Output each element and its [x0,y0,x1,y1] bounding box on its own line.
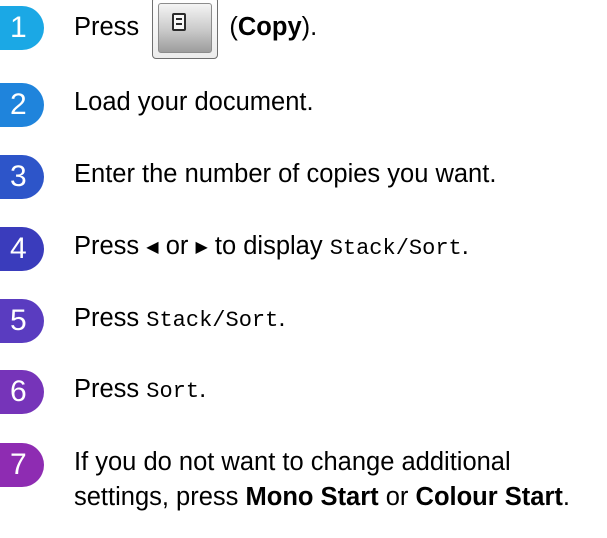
step-text: Press Sort. [74,372,601,409]
stack-sort-option: Stack/Sort [329,236,462,261]
step-text: If you do not want to change additional … [74,445,601,515]
step-1: 1 Press (Copy). [0,0,607,66]
step-text: Press Stack/Sort. [74,301,601,338]
step-3: 3 Enter the number of copies you want. [0,155,607,205]
step-2: 2 Load your document. [0,83,607,133]
left-arrow-icon: ◀ [146,239,159,256]
press-label: Press [74,304,140,332]
mono-start-key-label: Mono Start [245,483,379,511]
step-text: Enter the number of copies you want. [74,160,497,188]
step-text: Load your document. [74,88,314,116]
step-number-badge: 7 [0,443,44,487]
copy-label: Copy [237,13,302,41]
step-number-badge: 3 [0,155,44,199]
or-label: or [385,483,409,511]
step-5: 5 Press Stack/Sort. [0,299,607,349]
step-text: Press (Copy). [74,0,601,60]
period: . [199,375,207,403]
press-label: Press [74,232,140,260]
step-number-badge: 1 [0,6,44,50]
step-4: 4 Press ◀ or ▶ to display Stack/Sort. [0,227,607,277]
open-paren: ( [229,13,238,41]
step-text: Press ◀ or ▶ to display Stack/Sort. [74,229,601,266]
step-number-badge: 6 [0,370,44,414]
copy-key-icon [152,0,219,60]
stack-sort-option: Stack/Sort [146,308,279,333]
period: . [562,483,570,511]
step-number-badge: 5 [0,299,44,343]
step-6: 6 Press Sort. [0,370,607,420]
document-icon [172,13,187,32]
sort-option: Sort [146,379,200,404]
to-display-label: to display [214,232,323,260]
or-label: or [165,232,189,260]
right-arrow-icon: ▶ [195,239,208,256]
press-label: Press [74,375,140,403]
colour-start-key-label: Colour Start [415,483,563,511]
step-number-badge: 2 [0,83,44,127]
period: . [278,304,286,332]
close-paren: ). [301,13,318,41]
step-7: 7 If you do not want to change additiona… [0,443,607,535]
period: . [461,232,469,260]
press-label: Press [74,13,140,41]
step-number-badge: 4 [0,227,44,271]
